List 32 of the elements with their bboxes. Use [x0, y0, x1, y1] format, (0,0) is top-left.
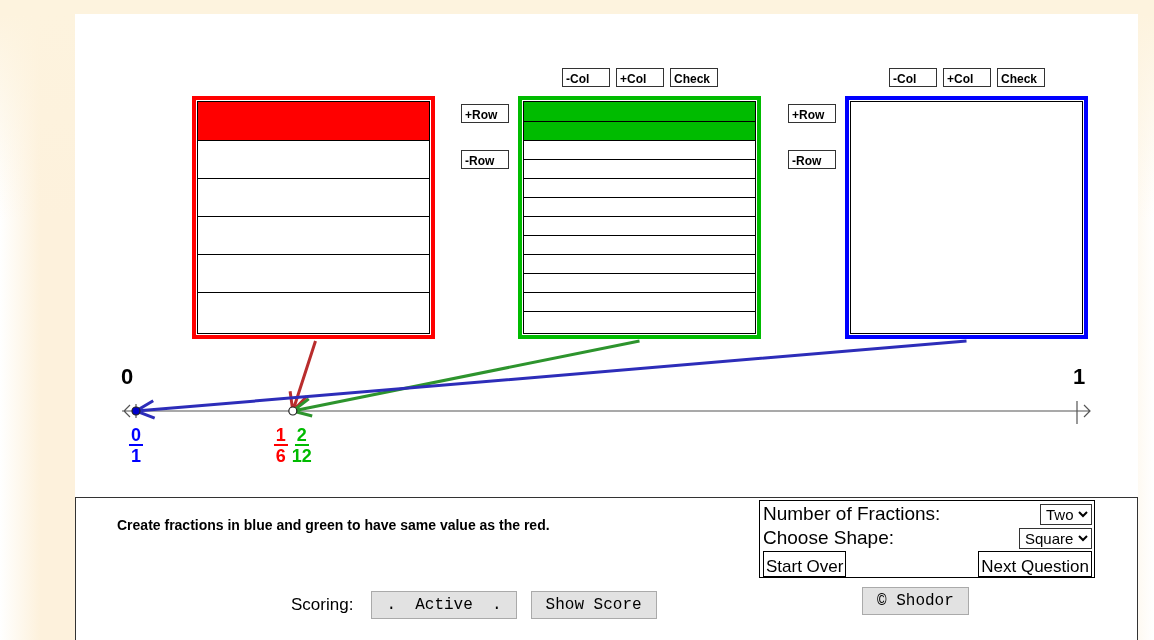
grid-button[interactable]: +Col [943, 68, 991, 87]
fraction-grid[interactable] [192, 96, 435, 339]
panel-button[interactable]: Next Question [978, 551, 1092, 577]
setting-dropdown[interactable]: Square [1019, 527, 1092, 549]
row-button[interactable]: +Row [788, 104, 836, 123]
instructions-text: Create fractions in blue and green to have same value as the red. [117, 517, 551, 533]
grid-button[interactable]: -Col [889, 68, 937, 87]
fraction-label: 1 6 [273, 426, 288, 466]
grid-button[interactable]: Check [670, 68, 718, 87]
row-button[interactable]: +Row [461, 104, 509, 123]
credit-button[interactable]: © Shodor [862, 587, 969, 615]
row-button[interactable]: -Row [461, 150, 509, 169]
scoring-label: Scoring: [291, 595, 354, 615]
setting-label: Number of Fractions: [763, 503, 941, 525]
row-button[interactable]: -Row [788, 150, 836, 169]
scoring-button[interactable]: Show Score [530, 591, 657, 619]
point-marker[interactable] [288, 406, 298, 416]
one-label: 1 [1073, 364, 1086, 390]
fraction-label: 2 12 [291, 426, 312, 466]
fraction-grid[interactable] [518, 96, 761, 339]
zero-label: 0 [121, 364, 134, 390]
scoring-button[interactable]: . Active . [371, 591, 517, 619]
fraction-grid[interactable] [845, 96, 1088, 339]
panel-button[interactable]: Start Over [763, 551, 847, 577]
point-marker[interactable] [131, 406, 141, 416]
grid-button[interactable]: +Col [616, 68, 664, 87]
fraction-label: 0 1 [129, 426, 143, 466]
setting-label: Choose Shape: [763, 527, 894, 549]
grid-row[interactable] [524, 121, 755, 140]
grid-button[interactable]: Check [997, 68, 1045, 87]
grid-button[interactable]: -Col [562, 68, 610, 87]
setting-dropdown[interactable]: Two [1040, 503, 1092, 525]
